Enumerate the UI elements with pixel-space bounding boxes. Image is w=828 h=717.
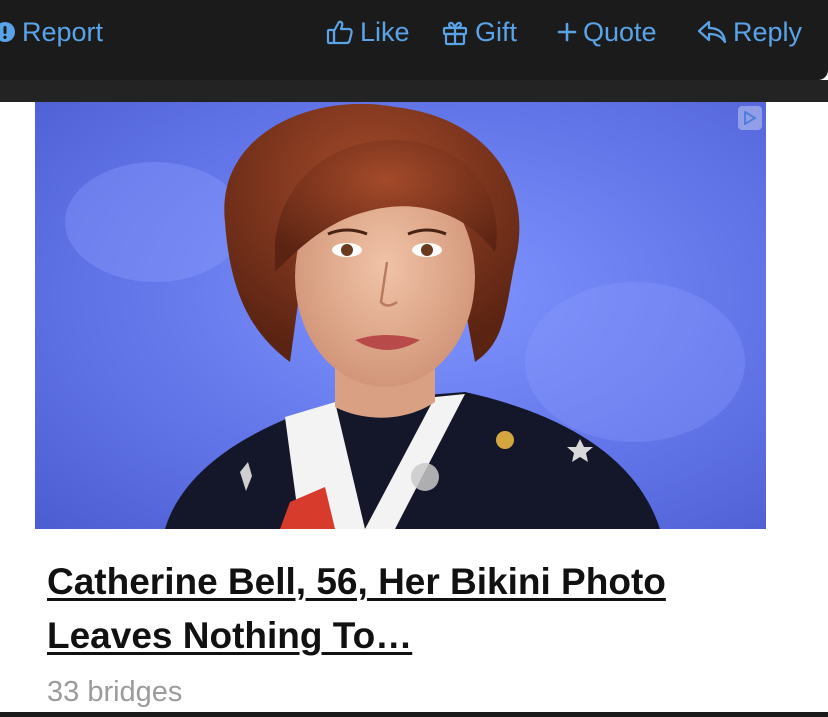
bottom-divider bbox=[0, 712, 828, 717]
gift-button[interactable]: Gift bbox=[441, 14, 517, 50]
thumbs-up-icon bbox=[326, 18, 354, 46]
post-action-toolbar: Report Like Gift Quote Reply bbox=[0, 0, 828, 80]
toolbar-gap bbox=[0, 80, 828, 102]
ad-source-label: 33 bridges bbox=[47, 676, 183, 708]
report-button[interactable]: Report bbox=[0, 14, 103, 50]
ad-image[interactable] bbox=[35, 102, 766, 529]
quote-label: Quote bbox=[583, 16, 657, 47]
reply-arrow-icon bbox=[697, 19, 727, 45]
reply-button[interactable]: Reply bbox=[697, 14, 802, 50]
gift-icon bbox=[441, 18, 469, 46]
reply-label: Reply bbox=[733, 16, 803, 47]
like-button[interactable]: Like bbox=[326, 14, 410, 50]
gift-label: Gift bbox=[475, 16, 518, 47]
ad-headline-link[interactable]: Catherine Bell, 56, Her Bikini Photo Lea… bbox=[47, 555, 747, 663]
portrait-photo bbox=[35, 102, 766, 529]
quote-button[interactable]: Quote bbox=[557, 14, 657, 50]
like-label: Like bbox=[360, 16, 410, 47]
alert-circle-icon bbox=[0, 21, 16, 43]
adchoices-icon[interactable] bbox=[738, 106, 762, 130]
plus-icon bbox=[557, 22, 577, 42]
report-label: Report bbox=[22, 16, 104, 47]
